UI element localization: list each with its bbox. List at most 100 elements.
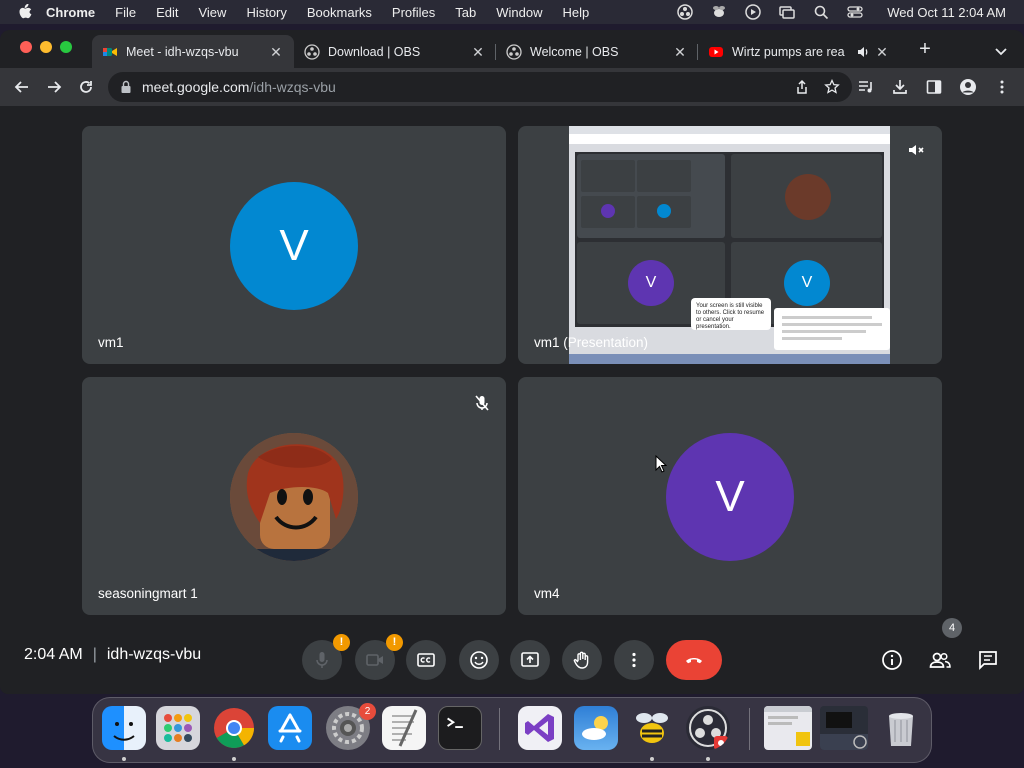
apple-logo-icon[interactable] bbox=[18, 4, 32, 20]
macos-menu-bar: Chrome File Edit View History Bookmarks … bbox=[0, 0, 1024, 24]
finder-icon[interactable] bbox=[102, 706, 146, 750]
zoom-window-button[interactable] bbox=[60, 41, 72, 53]
visual-studio-icon[interactable] bbox=[518, 706, 562, 750]
chrome-window: Meet - idh-wzqs-vbu ✕ Download | OBS ✕ W… bbox=[0, 30, 1024, 694]
chrome-icon[interactable] bbox=[212, 706, 256, 750]
leave-call-button[interactable] bbox=[666, 640, 722, 680]
close-tab-icon[interactable]: ✕ bbox=[268, 44, 284, 60]
reload-button[interactable] bbox=[72, 73, 100, 101]
audio-playing-icon[interactable] bbox=[856, 45, 870, 59]
launchpad-icon[interactable] bbox=[156, 706, 200, 750]
tab-youtube[interactable]: Wirtz pumps are rea ✕ bbox=[698, 35, 900, 68]
running-indicator bbox=[706, 757, 710, 761]
participant-tile-vm1[interactable]: V vm1 bbox=[82, 126, 506, 364]
spotlight-search-icon[interactable] bbox=[813, 4, 829, 20]
play-status-icon[interactable] bbox=[745, 4, 761, 20]
closed-caption-icon bbox=[417, 653, 435, 667]
menubar-clock[interactable]: Wed Oct 11 2:04 AM bbox=[887, 5, 1006, 20]
share-icon[interactable] bbox=[794, 79, 810, 95]
menu-window[interactable]: Window bbox=[496, 5, 542, 20]
tab-meet[interactable]: Meet - idh-wzqs-vbu ✕ bbox=[92, 35, 294, 68]
close-tab-icon[interactable]: ✕ bbox=[874, 44, 890, 60]
participant-tile-presentation[interactable]: V V Your screen is still visible to othe… bbox=[518, 126, 942, 364]
minimized-obs-thumbnail[interactable] bbox=[820, 706, 868, 750]
tab-download-obs[interactable]: Download | OBS ✕ bbox=[294, 35, 496, 68]
lock-icon[interactable] bbox=[120, 80, 132, 94]
menu-history[interactable]: History bbox=[246, 5, 286, 20]
terminal-icon[interactable] bbox=[438, 706, 482, 750]
url-host: meet.google.com bbox=[142, 79, 250, 95]
meet-controls-bar: 2:04 AM | idh-wzqs-vbu ! ! 4 bbox=[0, 616, 1024, 694]
forward-button[interactable] bbox=[40, 73, 68, 101]
avatar: V bbox=[230, 182, 358, 310]
more-options-button[interactable] bbox=[614, 640, 654, 680]
obs-studio-icon[interactable] bbox=[686, 706, 730, 750]
macos-dock: 2 bbox=[92, 697, 932, 763]
people-icon bbox=[929, 652, 951, 668]
presentation-screen: V V Your screen is still visible to othe… bbox=[569, 126, 890, 364]
address-bar[interactable]: meet.google.com/idh-wzqs-vbu bbox=[108, 72, 852, 102]
menu-profiles[interactable]: Profiles bbox=[392, 5, 435, 20]
menu-bookmarks[interactable]: Bookmarks bbox=[307, 5, 372, 20]
side-panel-button[interactable] bbox=[920, 73, 948, 101]
running-indicator bbox=[122, 757, 126, 761]
arrow-left-icon bbox=[14, 81, 28, 93]
menu-view[interactable]: View bbox=[198, 5, 226, 20]
downloads-button[interactable] bbox=[886, 73, 914, 101]
menu-tab[interactable]: Tab bbox=[455, 5, 476, 20]
menu-edit[interactable]: Edit bbox=[156, 5, 178, 20]
mini-dock bbox=[569, 354, 890, 364]
control-center-icon[interactable] bbox=[847, 4, 863, 20]
side-panel-icon bbox=[926, 80, 942, 94]
reload-icon bbox=[80, 81, 92, 93]
avatar: V bbox=[666, 433, 794, 561]
participant-name: seasoningmart 1 bbox=[98, 586, 198, 601]
chevron-down-icon[interactable] bbox=[992, 42, 1010, 60]
weather-icon[interactable] bbox=[574, 706, 618, 750]
tab-welcome-obs[interactable]: Welcome | OBS ✕ bbox=[496, 35, 698, 68]
obs-status-icon[interactable] bbox=[677, 4, 693, 20]
trash-icon[interactable] bbox=[879, 706, 923, 750]
camera-button[interactable]: ! bbox=[355, 634, 403, 680]
hand-icon bbox=[573, 651, 589, 669]
menu-help[interactable]: Help bbox=[563, 5, 590, 20]
close-tab-icon[interactable]: ✕ bbox=[672, 44, 688, 60]
participant-tile-vm4[interactable]: V vm4 bbox=[518, 377, 942, 615]
close-window-button[interactable] bbox=[20, 41, 32, 53]
profile-button[interactable] bbox=[954, 73, 982, 101]
back-button[interactable] bbox=[8, 73, 36, 101]
screen-mirror-icon[interactable] bbox=[779, 4, 795, 20]
chat-button[interactable] bbox=[976, 648, 1000, 672]
textedit-icon[interactable] bbox=[382, 706, 426, 750]
bookmark-star-icon[interactable] bbox=[824, 79, 840, 95]
people-button[interactable] bbox=[928, 648, 952, 672]
bee-status-icon[interactable] bbox=[711, 4, 727, 20]
google-meet-icon bbox=[103, 47, 117, 56]
reactions-button[interactable] bbox=[459, 640, 499, 680]
microphone-button[interactable]: ! bbox=[302, 634, 350, 680]
menu-app-name[interactable]: Chrome bbox=[46, 5, 95, 20]
present-screen-button[interactable] bbox=[510, 640, 550, 680]
chrome-menu-button[interactable] bbox=[988, 73, 1016, 101]
running-indicator bbox=[232, 757, 236, 761]
new-tab-button[interactable]: + bbox=[914, 39, 936, 61]
dock-separator bbox=[499, 708, 500, 750]
raise-hand-button[interactable] bbox=[562, 640, 602, 680]
videocam-icon bbox=[366, 654, 383, 666]
minimize-window-button[interactable] bbox=[40, 41, 52, 53]
participant-tile-seasoningmart[interactable]: seasoningmart 1 bbox=[82, 377, 506, 615]
meeting-details-button[interactable] bbox=[880, 648, 904, 672]
app-store-icon[interactable] bbox=[268, 706, 312, 750]
captions-button[interactable] bbox=[406, 640, 446, 680]
media-controls-button[interactable] bbox=[852, 73, 880, 101]
mini-browser-toolbar bbox=[569, 134, 890, 144]
call-end-icon bbox=[686, 658, 702, 664]
dock-separator bbox=[749, 708, 750, 750]
bee-app-icon[interactable] bbox=[630, 706, 674, 750]
close-tab-icon[interactable]: ✕ bbox=[470, 44, 486, 60]
toolbar-right-buttons bbox=[852, 73, 1016, 101]
tab-title: Download | OBS bbox=[328, 44, 421, 59]
menu-file[interactable]: File bbox=[115, 5, 136, 20]
meet-stage: V vm1 V V Your screen is still visible t… bbox=[0, 106, 1024, 694]
minimized-window-thumbnail[interactable] bbox=[764, 706, 812, 750]
